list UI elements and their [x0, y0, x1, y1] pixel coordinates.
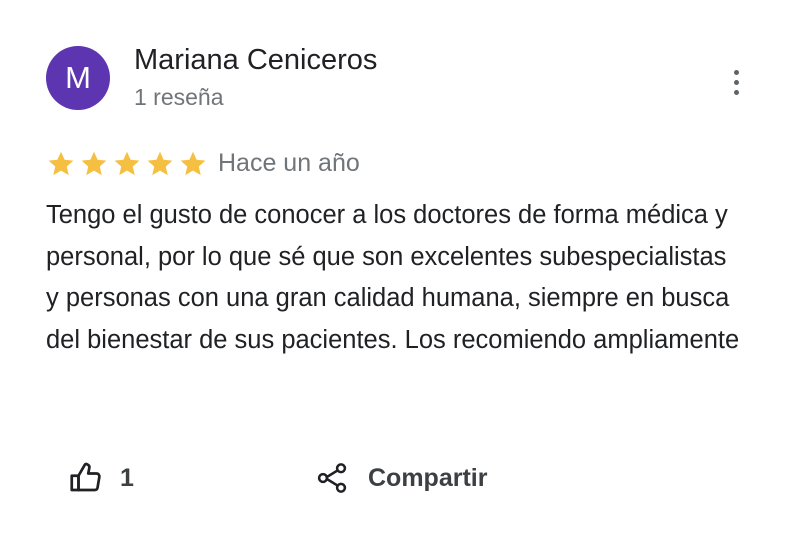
review-text: Tengo el gusto de conocer a los doctores… — [46, 201, 740, 354]
more-vertical-icon-dot — [733, 89, 739, 95]
reviewer-review-count: 1 reseña — [134, 84, 224, 110]
star-icon — [114, 151, 140, 176]
reviewer-name[interactable]: Mariana Ceniceros — [134, 44, 377, 77]
like-count: 1 — [120, 463, 134, 492]
avatar[interactable]: M — [46, 46, 110, 110]
share-icon — [314, 460, 350, 496]
like-button[interactable]: 1 — [68, 456, 134, 500]
star-icon — [180, 151, 206, 176]
star-icon — [81, 151, 107, 176]
more-options-button[interactable] — [718, 62, 754, 102]
review-date: Hace un año — [218, 149, 360, 177]
star-icon — [147, 151, 173, 176]
thumbs-up-icon — [68, 460, 104, 496]
star-icon — [48, 151, 74, 176]
avatar-initial: M — [65, 60, 91, 95]
share-button[interactable]: Compartir — [314, 456, 487, 500]
more-vertical-icon — [733, 69, 739, 75]
more-vertical-icon-dot — [733, 79, 739, 85]
star-rating — [46, 148, 208, 180]
share-label: Compartir — [368, 463, 488, 492]
